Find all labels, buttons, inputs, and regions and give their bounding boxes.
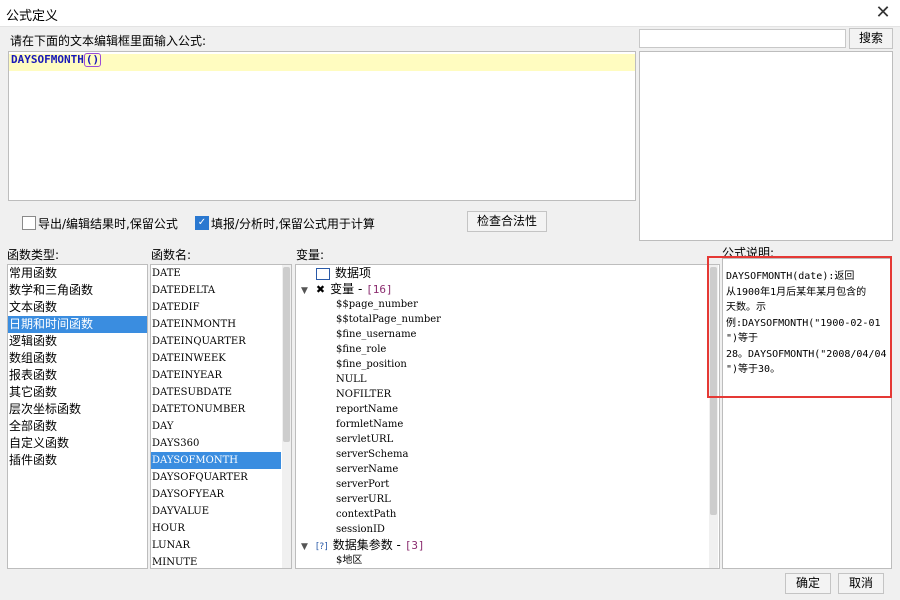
title-bar: 公式定义 ✕ — [0, 0, 900, 27]
parameter-icon: [?] — [315, 542, 328, 552]
category-item[interactable]: 全部函数 — [8, 418, 147, 435]
tree-node-dataset-params-count: [3] — [404, 539, 425, 552]
tree-node-data-items-label: 数据项 — [335, 266, 372, 280]
variable-item[interactable]: NOFILTER — [336, 387, 441, 402]
validate-button[interactable]: 检查合法性 — [467, 211, 547, 232]
variable-leaf-list: $$page_number $$totalPage_number $fine_use… — [336, 297, 441, 537]
search-results-box[interactable] — [639, 51, 893, 241]
category-item[interactable]: 层次坐标函数 — [8, 401, 147, 418]
variable-item[interactable]: serverSchema — [336, 447, 441, 462]
category-item[interactable]: 数组函数 — [8, 350, 147, 367]
fill-keep-formula-checkbox[interactable]: ✓ — [195, 216, 209, 230]
function-item[interactable]: DAYVALUE — [151, 503, 281, 520]
search-button[interactable]: 搜索 — [849, 28, 893, 49]
variable-icon: ✖ — [315, 283, 326, 296]
chevron-down-icon[interactable]: ▼ — [301, 286, 308, 296]
category-item[interactable]: 插件函数 — [8, 452, 147, 469]
tree-node-variables[interactable]: ▼ ✖ 变量 - [16] — [301, 282, 393, 297]
function-item[interactable]: MINUTE — [151, 554, 281, 568]
dataset-param-leaf-list: $地区 — [336, 553, 362, 568]
function-item[interactable]: LUNAR — [151, 537, 281, 554]
function-list-scrollbar[interactable] — [282, 265, 291, 568]
function-items: DATE DATEDELTA DATEDIF DATEINMONTH DATEINQUA… — [151, 265, 281, 568]
variable-item[interactable]: $fine_username — [336, 327, 441, 342]
variable-item[interactable]: contextPath — [336, 507, 441, 522]
tree-node-dataset-params[interactable]: ▼ [?] 数据集参数 - [3] — [301, 538, 425, 553]
category-item[interactable]: 其它函数 — [8, 384, 147, 401]
tree-node-dataset-params-label: 数据集参数 - — [332, 538, 405, 552]
function-item[interactable]: DATEINYEAR — [151, 367, 281, 384]
function-item[interactable]: DATEDELTA — [151, 282, 281, 299]
function-item[interactable]: DATETONUMBER — [151, 401, 281, 418]
category-item[interactable]: 文本函数 — [8, 299, 147, 316]
variable-item[interactable]: $$totalPage_number — [336, 312, 441, 327]
variable-item[interactable]: servletURL — [336, 432, 441, 447]
function-item[interactable]: HOUR — [151, 520, 281, 537]
close-icon[interactable]: ✕ — [872, 2, 894, 24]
function-item[interactable]: DAYS360 — [151, 435, 281, 452]
variable-item[interactable]: $fine_position — [336, 357, 441, 372]
variable-item[interactable]: reportName — [336, 402, 441, 417]
category-item[interactable]: 日期和时间函数 — [8, 316, 147, 333]
category-item[interactable]: 数学和三角函数 — [8, 282, 147, 299]
category-item[interactable]: 报表函数 — [8, 367, 147, 384]
category-list[interactable]: 常用函数 数学和三角函数 文本函数 日期和时间函数 逻辑函数 数组函数 报表函数 其它函数 层次… — [7, 264, 148, 569]
variable-item[interactable]: serverURL — [336, 492, 441, 507]
function-item[interactable]: DAYSOFYEAR — [151, 486, 281, 503]
export-keep-formula-label: 导出/编辑结果时,保留公式 — [38, 217, 178, 231]
annotation-highlight-box — [707, 256, 892, 398]
function-item[interactable]: DATESUBDATE — [151, 384, 281, 401]
search-input[interactable] — [639, 29, 846, 48]
variables-header: 变量: — [296, 248, 325, 262]
export-keep-formula-checkbox[interactable] — [22, 216, 36, 230]
categories-header: 函数类型: — [7, 248, 60, 262]
function-item[interactable]: DATEINWEEK — [151, 350, 281, 367]
current-line-highlight — [9, 54, 635, 71]
fill-keep-formula-label: 填报/分析时,保留公式用于计算 — [211, 217, 375, 231]
variable-item[interactable]: NULL — [336, 372, 441, 387]
function-list-scroll-thumb[interactable] — [283, 267, 290, 442]
category-item[interactable]: 常用函数 — [8, 265, 147, 282]
function-item[interactable]: DAYSOFMONTH — [151, 452, 281, 469]
variable-item[interactable]: $fine_role — [336, 342, 441, 357]
function-item[interactable]: DAY — [151, 418, 281, 435]
tree-node-data-items[interactable]: 数据项 — [316, 266, 371, 281]
editor-prompt: 请在下面的文本编辑框里面输入公式: — [10, 34, 207, 48]
formula-function-name: DAYSOFMONTH — [11, 53, 84, 66]
variable-tree[interactable]: 数据项 ▼ ✖ 变量 - [16] $$page_number $$totalPage… — [295, 264, 720, 569]
variable-item[interactable]: serverPort — [336, 477, 441, 492]
ok-button[interactable]: 确定 — [785, 573, 831, 594]
cancel-button[interactable]: 取消 — [838, 573, 884, 594]
category-item[interactable]: 逻辑函数 — [8, 333, 147, 350]
formula-parens: () — [83, 53, 102, 67]
formula-text: DAYSOFMONTH() — [11, 53, 102, 67]
function-item[interactable]: DATEDIF — [151, 299, 281, 316]
function-item[interactable]: DAYSOFQUARTER — [151, 469, 281, 486]
window-title: 公式定义 — [6, 9, 59, 24]
category-item[interactable]: 自定义函数 — [8, 435, 147, 452]
function-item[interactable]: DATE — [151, 265, 281, 282]
dataset-param-item[interactable]: $地区 — [336, 553, 362, 568]
tree-node-variables-label: 变量 - — [330, 282, 367, 296]
variable-item[interactable]: formletName — [336, 417, 441, 432]
tree-node-variables-count: [16] — [366, 283, 393, 296]
functions-header: 函数名: — [151, 248, 192, 262]
formula-editor[interactable]: DAYSOFMONTH() — [8, 51, 636, 201]
chevron-down-icon[interactable]: ▼ — [301, 542, 308, 552]
variable-item[interactable]: sessionID — [336, 522, 441, 537]
category-items: 常用函数 数学和三角函数 文本函数 日期和时间函数 逻辑函数 数组函数 报表函数 其它函数 层次… — [8, 265, 147, 469]
function-item[interactable]: DATEINMONTH — [151, 316, 281, 333]
table-icon — [316, 267, 330, 280]
function-item[interactable]: DATEINQUARTER — [151, 333, 281, 350]
variable-item[interactable]: serverName — [336, 462, 441, 477]
function-list[interactable]: DATE DATEDELTA DATEDIF DATEINMONTH DATEINQUA… — [150, 264, 292, 569]
variable-item[interactable]: $$page_number — [336, 297, 441, 312]
